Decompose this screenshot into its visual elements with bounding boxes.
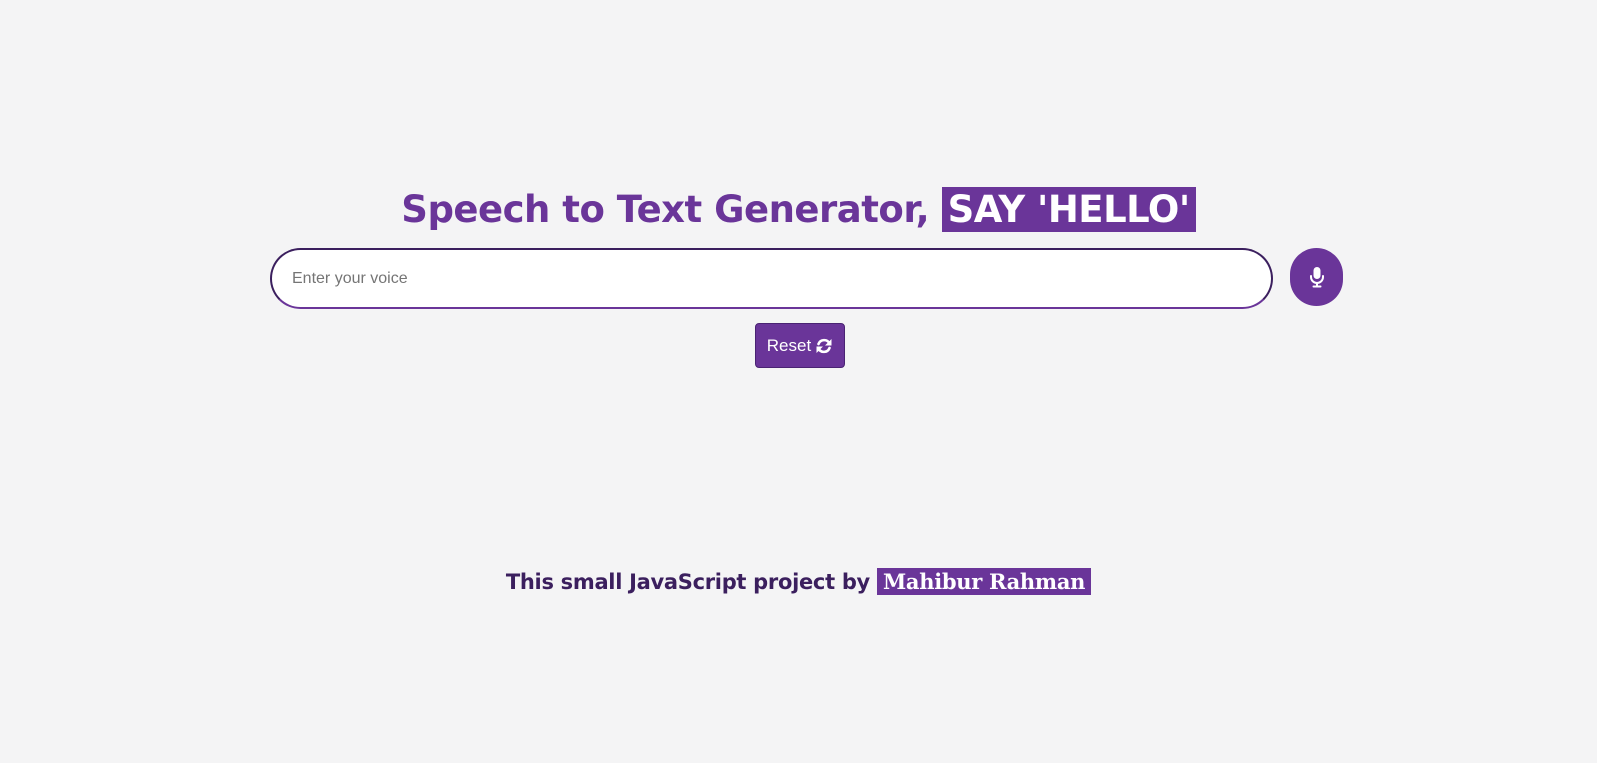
microphone-button[interactable]: [1290, 248, 1343, 306]
page-title-text: Speech to Text Generator,: [401, 188, 930, 231]
title-highlight: SAY 'HELLO': [941, 187, 1196, 232]
reset-button-label: Reset: [766, 335, 812, 355]
voice-text-input[interactable]: [270, 248, 1273, 309]
microphone-icon: [1309, 266, 1325, 288]
author-name: Mahibur Rahman: [876, 568, 1092, 595]
page-title: Speech to Text Generator, SAY 'HELLO': [0, 187, 1597, 233]
refresh-icon: [815, 337, 833, 355]
footer-credit: This small JavaScript project by Mahibur…: [0, 568, 1597, 596]
footer-text: This small JavaScript project by: [505, 570, 870, 594]
reset-button[interactable]: Reset: [755, 323, 845, 368]
